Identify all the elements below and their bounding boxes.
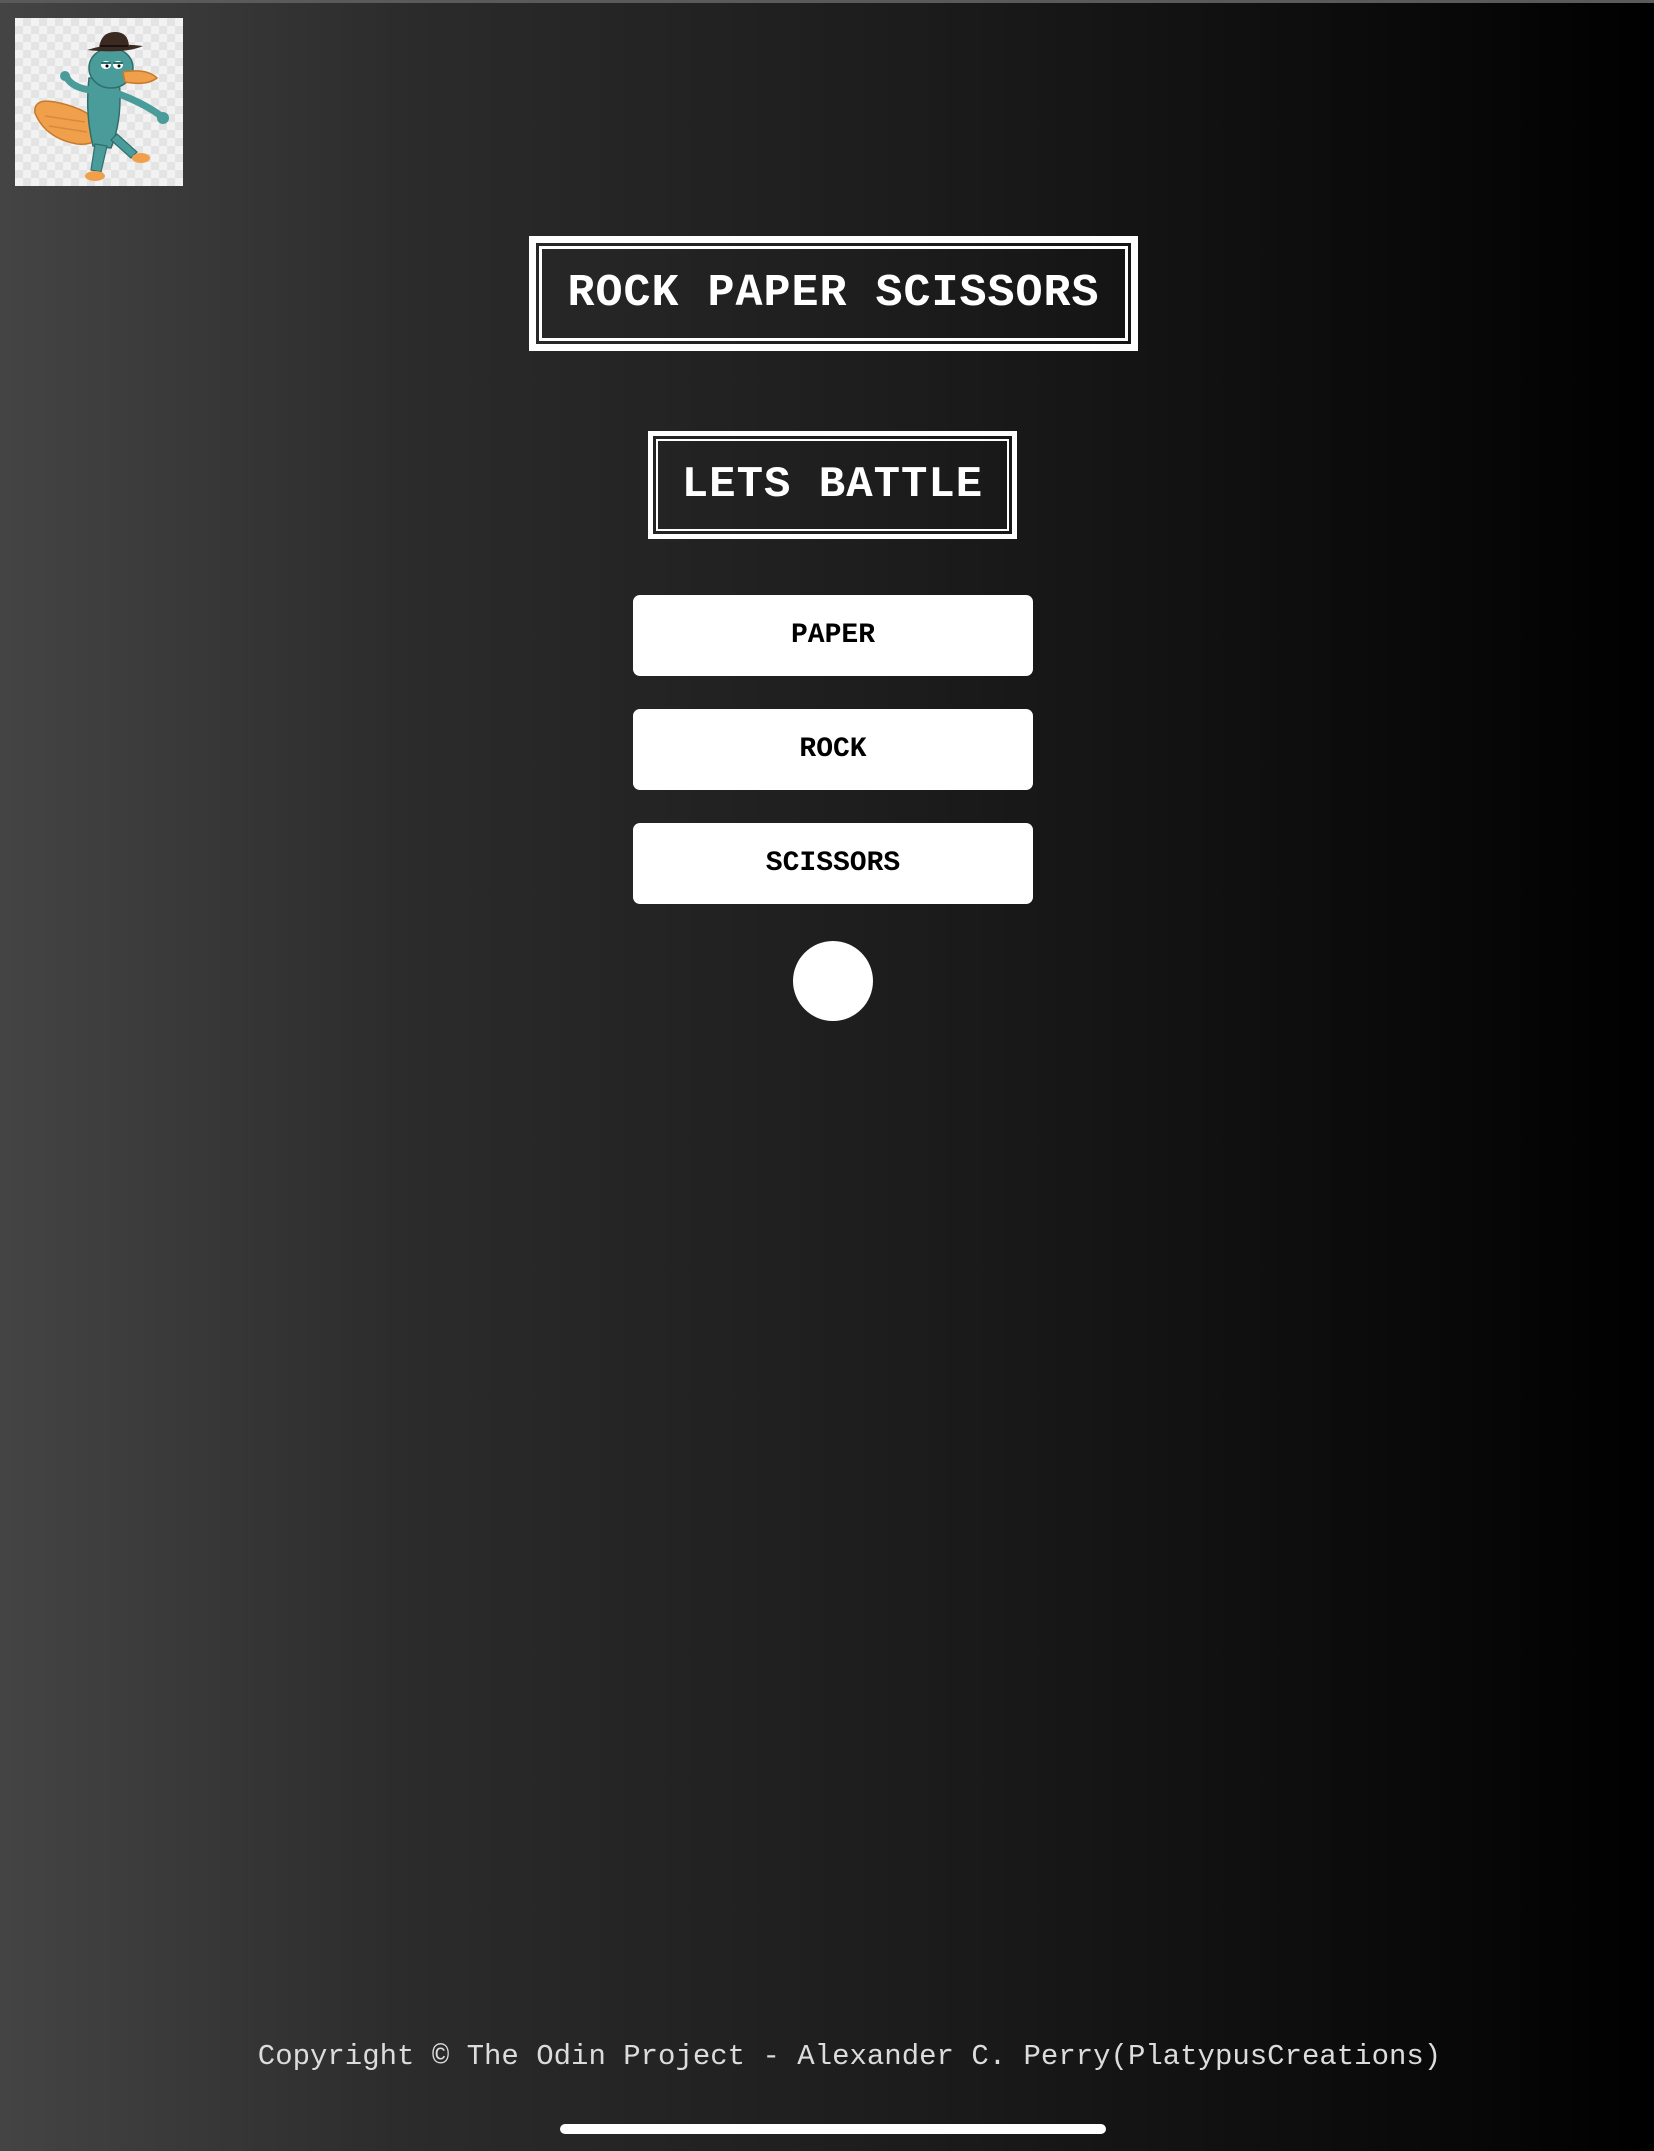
rock-button[interactable]: ROCK: [633, 709, 1033, 790]
page-title: ROCK PAPER SCISSORS: [567, 268, 1100, 319]
title-banner: ROCK PAPER SCISSORS: [529, 236, 1138, 351]
platypus-icon: [34, 32, 169, 181]
footer: Copyright © The Odin Project - Alexander…: [0, 2040, 1654, 2073]
paper-button[interactable]: PAPER: [633, 595, 1033, 676]
top-divider: [0, 0, 1654, 3]
logo-image: [15, 18, 183, 186]
battle-subtitle: LETS BATTLE: [681, 460, 984, 510]
battle-banner: LETS BATTLE: [648, 431, 1017, 539]
home-indicator-bar[interactable]: [560, 2124, 1106, 2134]
scissors-button[interactable]: SCISSORS: [633, 823, 1033, 904]
result-indicator-circle: [793, 941, 873, 1021]
copyright-text: Copyright © The Odin Project - Alexander…: [257, 2040, 1442, 2073]
